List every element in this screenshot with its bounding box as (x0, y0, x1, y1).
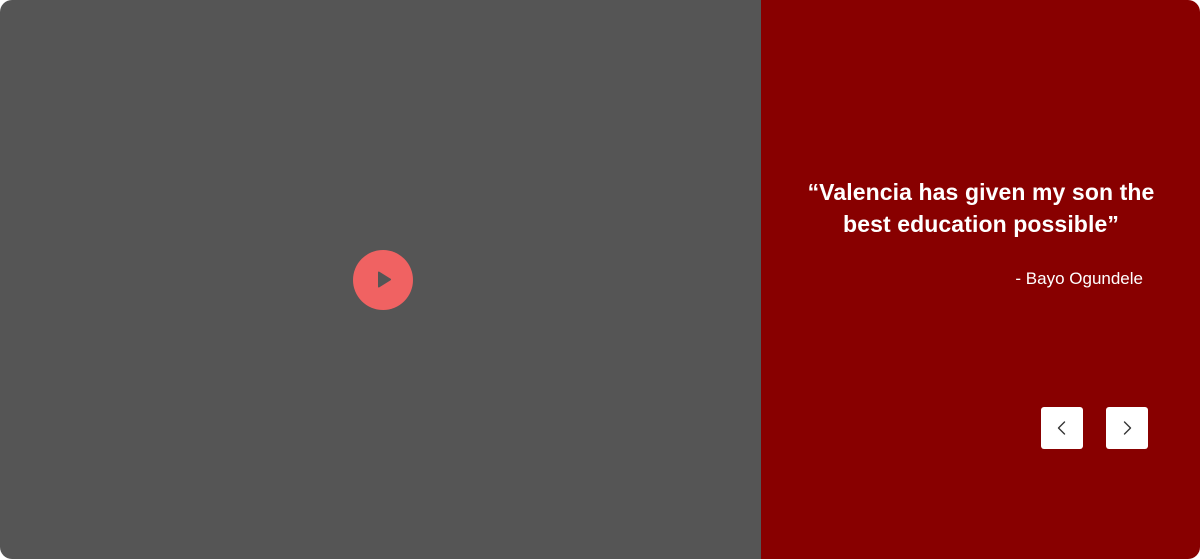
play-button[interactable] (353, 250, 413, 310)
chevron-left-icon (1057, 421, 1066, 435)
previous-button[interactable] (1041, 407, 1083, 449)
testimonial-author: - Bayo Ogundele (1015, 269, 1143, 288)
quote-panel: “Valencia has given my son the best educ… (761, 0, 1200, 559)
testimonial-quote: “Valencia has given my son the best educ… (807, 179, 1155, 237)
testimonial-card: “Valencia has given my son the best educ… (0, 0, 1200, 559)
video-panel[interactable] (0, 0, 761, 559)
next-button[interactable] (1106, 407, 1148, 449)
play-icon (378, 271, 392, 288)
chevron-right-icon (1123, 421, 1132, 435)
